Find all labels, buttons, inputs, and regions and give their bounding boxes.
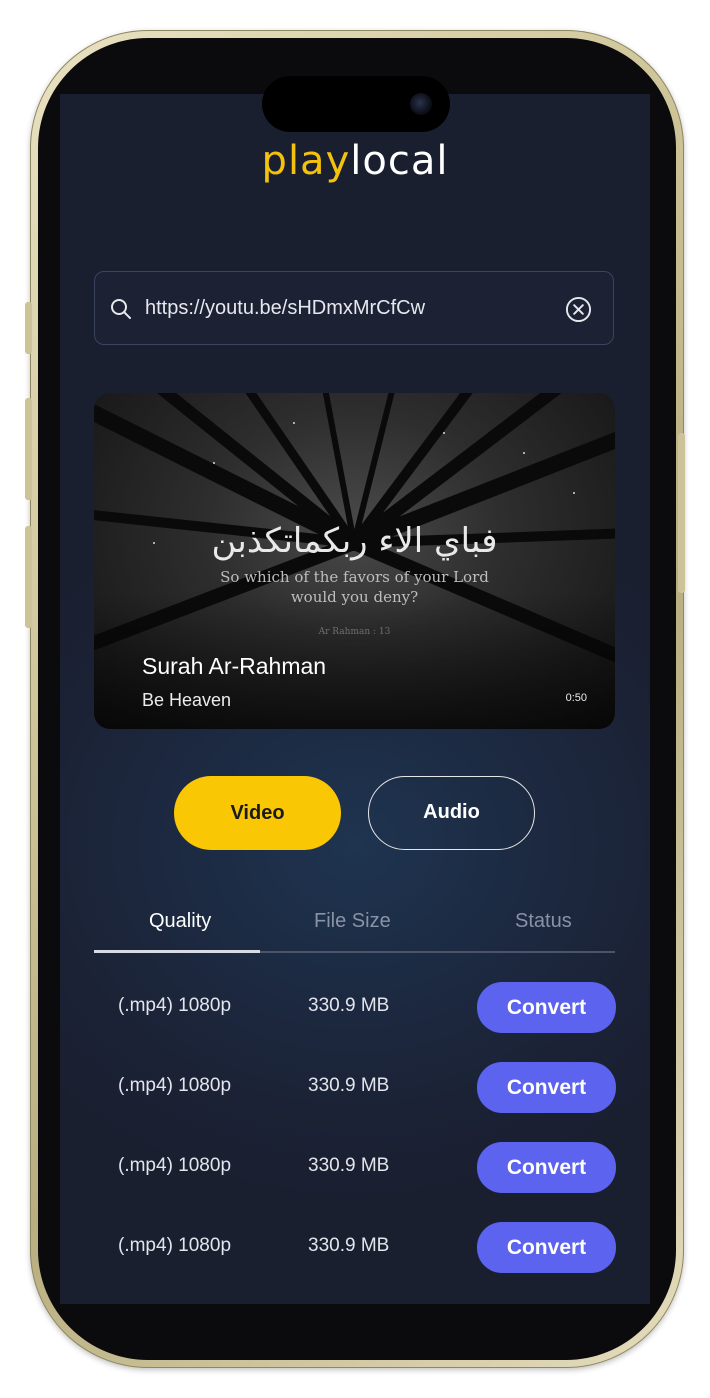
row-quality: (.mp4) 1080p [118,1075,232,1096]
convert-button[interactable]: Convert [477,1222,616,1273]
tab-file-size[interactable]: File Size [314,910,391,933]
row-quality: (.mp4) 1080p [118,995,232,1016]
tab-quality[interactable]: Quality [149,910,211,933]
camera-icon [410,93,432,115]
overlay-translation-line: So which of the favors of your Lord [220,568,489,586]
overlay-translation-line: would you deny? [290,588,419,606]
tab-active-indicator [94,950,260,953]
power-button [678,433,685,593]
overlay-verse-reference: Ar Rahman : 13 [318,627,391,637]
convert-button[interactable]: Convert [477,982,616,1033]
row-file-size: 330.9 MB [308,1235,390,1256]
row-file-size: 330.9 MB [308,995,390,1016]
overlay-arabic-text: فباي الاء ربكماتكذبن [211,521,498,561]
tab-status[interactable]: Status [515,910,572,933]
row-quality: (.mp4) 1080p [118,1155,232,1176]
volume-down-button [25,526,32,628]
video-duration: 0:50 [565,692,587,704]
row-quality: (.mp4) 1080p [118,1235,232,1256]
video-format-button[interactable]: Video [174,776,341,850]
search-field[interactable]: https://youtu.be/sHDmxMrCfCw [94,271,614,345]
app-logo: playlocal [0,138,710,184]
convert-button[interactable]: Convert [477,1062,616,1113]
row-file-size: 330.9 MB [308,1155,390,1176]
search-input[interactable]: https://youtu.be/sHDmxMrCfCw [145,297,425,320]
video-preview-card[interactable]: فباي الاء ربكماتكذبن So which of the fav… [94,393,615,729]
audio-format-button[interactable]: Audio [368,776,535,850]
logo-play-text: play [261,138,351,184]
convert-button[interactable]: Convert [477,1142,616,1193]
overlay-translation: So which of the favors of your Lord woul… [194,567,515,607]
search-icon [111,299,131,319]
logo-local-text: local [350,138,449,184]
video-title: Surah Ar-Rahman [142,653,327,679]
volume-up-button [25,398,32,500]
action-button [25,302,32,354]
close-circle-icon[interactable] [565,296,592,323]
video-channel: Be Heaven [142,690,232,710]
row-file-size: 330.9 MB [308,1075,390,1096]
